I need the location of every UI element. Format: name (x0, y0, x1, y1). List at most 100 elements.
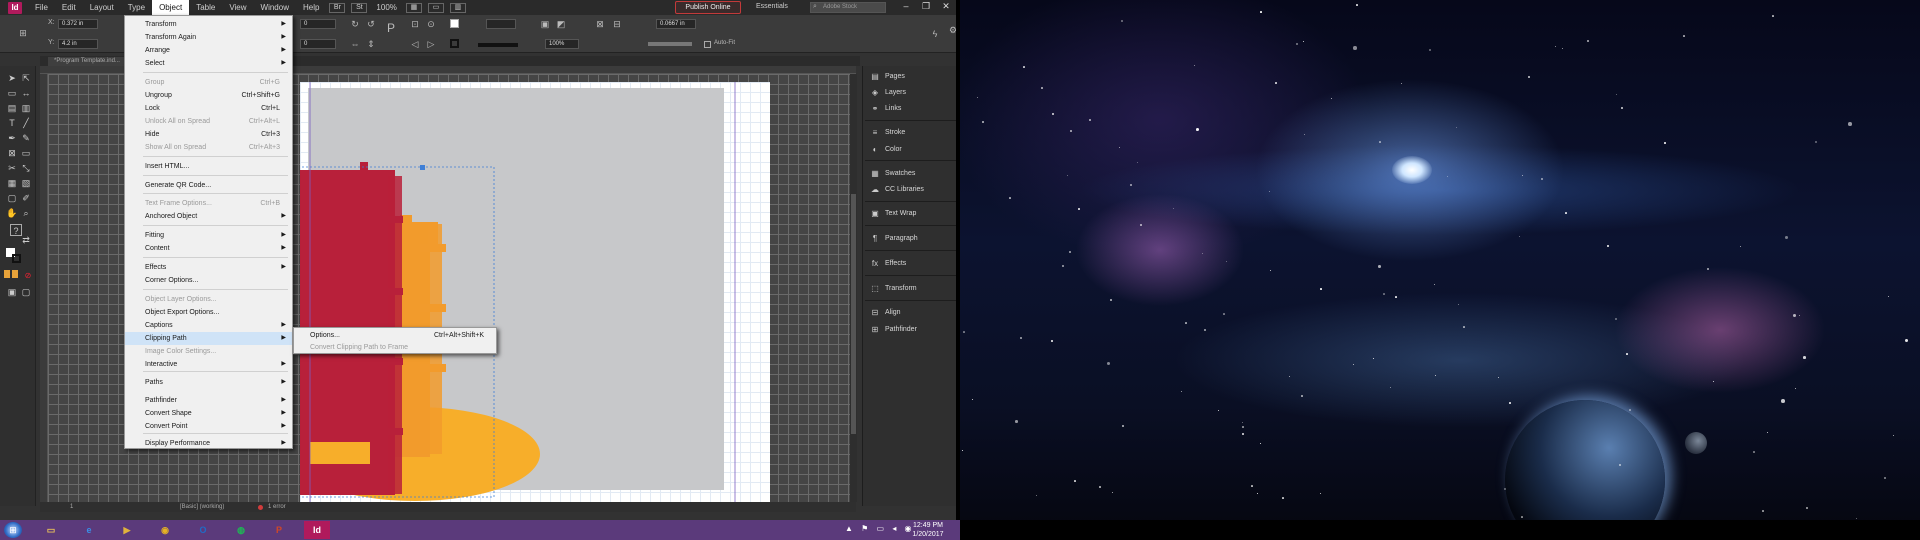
menu-item-ungroup[interactable]: Ungroup Ctrl+Shift+G (125, 89, 292, 102)
zoom-tool-icon[interactable]: ⌕ (20, 207, 32, 219)
arrange-documents-button[interactable]: ▥ (449, 2, 466, 13)
gap-tool-icon[interactable]: ↔ (20, 87, 32, 99)
select-next-icon[interactable]: ▷ (426, 39, 436, 49)
menu-item-lock[interactable]: Lock Ctrl+L (125, 102, 292, 115)
y-position-field[interactable]: 4.2 in (58, 39, 98, 49)
stock-button[interactable]: St (351, 2, 368, 13)
menu-item-object-export-options[interactable]: Object Export Options... (125, 306, 292, 319)
stroke-swatch[interactable] (450, 39, 459, 48)
workspace-switcher[interactable]: Essentials (756, 3, 788, 10)
gradient-swatch-tool-icon[interactable]: ▦ (6, 177, 18, 189)
select-previous-icon[interactable]: ◁ (410, 39, 420, 49)
panel-pathfinder[interactable]: ⊞ Pathfinder (863, 323, 960, 337)
indesign-icon[interactable]: Id (304, 521, 330, 539)
pen-tool-icon[interactable]: ✒ (6, 132, 18, 144)
fill-swatch[interactable] (450, 19, 459, 28)
start-button[interactable]: ⊞ (4, 522, 22, 538)
panel-transform[interactable]: ⬚ Transform (863, 282, 960, 296)
panel-paragraph[interactable]: ¶ Paragraph (863, 232, 960, 246)
vertical-scrollbar[interactable] (850, 74, 857, 502)
stroke-weight-field[interactable] (486, 19, 516, 29)
page-tool-icon[interactable]: ▭ (6, 87, 18, 99)
menu-item-insert-html[interactable]: Insert HTML... (125, 160, 292, 173)
panel-layers[interactable]: ◈ Layers (863, 86, 960, 100)
flip-vertical-icon[interactable]: ⇕ (366, 39, 376, 49)
opacity-field[interactable]: 100% (545, 39, 579, 49)
menu-item-anchored-object[interactable]: Anchored Object ▶ (125, 210, 292, 223)
panel-effects[interactable]: fx Effects (863, 257, 960, 271)
eyedropper-tool-icon[interactable]: ✐ (20, 192, 32, 204)
taskbar-clock[interactable]: 12:49 PM 1/20/2017 (900, 521, 956, 539)
preflight-errors[interactable]: 1 error (268, 502, 286, 512)
select-content-icon[interactable]: ⊙ (426, 19, 436, 29)
scrollbar-thumb[interactable] (851, 194, 856, 434)
auto-fit-checkbox[interactable] (704, 41, 711, 48)
menu-type[interactable]: Type (121, 0, 152, 15)
publish-online-button[interactable]: Publish Online (675, 1, 741, 14)
internet-explorer-icon[interactable]: e (76, 521, 102, 539)
menu-item-convert-point[interactable]: Convert Point ▶ (125, 420, 292, 433)
menu-edit[interactable]: Edit (55, 0, 83, 15)
width-field[interactable]: 0 (300, 19, 336, 29)
swap-fill-stroke-icon[interactable]: ⇄ (20, 234, 32, 246)
file-explorer-icon[interactable]: ▭ (38, 521, 64, 539)
scissors-tool-icon[interactable]: ✂ (6, 162, 18, 174)
spotify-icon[interactable]: ◍ (228, 521, 254, 539)
menu-window[interactable]: Window (254, 0, 296, 15)
menu-item-arrange[interactable]: Arrange ▶ (125, 44, 292, 57)
corner-size-field[interactable]: 0.0667 in (656, 19, 696, 29)
panel-cc-libraries[interactable]: ☁ CC Libraries (863, 183, 960, 197)
menu-object[interactable]: Object (152, 0, 190, 15)
panel-stroke[interactable]: ≡ Stroke (863, 126, 960, 140)
menu-item-generate-qr-code[interactable]: Generate QR Code... (125, 179, 292, 192)
corner-shape-preview[interactable] (648, 42, 692, 46)
selection-tool-icon[interactable]: ➤ (6, 72, 18, 84)
panel-align[interactable]: ⊟ Align (863, 306, 960, 320)
menu-item-interactive[interactable]: Interactive ▶ (125, 358, 292, 371)
panel-pages[interactable]: ▤ Pages (863, 70, 960, 84)
fit-frame-icon[interactable]: ⊟ (612, 19, 622, 29)
pencil-tool-icon[interactable]: ✎ (20, 132, 32, 144)
powerpoint-icon[interactable]: P (266, 521, 292, 539)
x-position-field[interactable]: 0.372 in (58, 19, 98, 29)
panel-text-wrap[interactable]: ▣ Text Wrap (863, 207, 960, 221)
preflight-profile[interactable]: [Basic] (working) (180, 502, 224, 512)
close-button[interactable]: ✕ (936, 0, 956, 13)
lightning-icon[interactable]: ϟ (930, 29, 940, 39)
stroke-type-preview[interactable] (478, 43, 518, 47)
document-page[interactable] (300, 82, 770, 502)
menu-view[interactable]: View (222, 0, 253, 15)
minimize-button[interactable]: – (896, 0, 916, 13)
rectangle-tool-icon[interactable]: ▭ (20, 147, 32, 159)
media-player-icon[interactable]: ▶ (114, 521, 140, 539)
hand-tool-icon[interactable]: ✋ (6, 207, 18, 219)
free-transform-tool-icon[interactable]: ⤡ (20, 162, 32, 174)
menu-item-fitting[interactable]: Fitting ▶ (125, 229, 292, 242)
menu-item-transform-again[interactable]: Transform Again ▶ (125, 31, 292, 44)
rotate-icon[interactable]: ↻ (350, 19, 360, 29)
stroke-color-swatch[interactable] (12, 254, 21, 263)
panel-links[interactable]: ⚭ Links (863, 102, 960, 116)
outlook-icon[interactable]: O (190, 521, 216, 539)
normal-view-icon[interactable]: ▣ (6, 286, 18, 298)
menu-item-pathfinder[interactable]: Pathfinder ▶ (125, 394, 292, 407)
menu-item-display-performance[interactable]: Display Performance ▶ (125, 437, 292, 450)
menu-item-transform[interactable]: Transform ▶ (125, 18, 292, 31)
direct-selection-tool-icon[interactable]: ⇱ (20, 72, 32, 84)
zoom-level[interactable]: 100% (376, 3, 396, 12)
formatting-container-icon[interactable] (4, 270, 10, 278)
flip-horizontal-icon[interactable]: ⇔ (350, 39, 360, 49)
bridge-button[interactable]: Br (329, 2, 346, 13)
menu-item-corner-options[interactable]: Corner Options... (125, 274, 292, 287)
height-field[interactable]: 0 (300, 39, 336, 49)
note-tool-icon[interactable]: ▢ (6, 192, 18, 204)
fit-content-icon[interactable]: ⊠ (595, 19, 605, 29)
view-options-button[interactable]: ▦ (405, 2, 422, 13)
line-tool-icon[interactable]: ╱ (20, 117, 32, 129)
drop-shadow-icon[interactable]: ◩ (556, 19, 566, 29)
selection-center-handle[interactable] (420, 165, 425, 170)
gradient-feather-tool-icon[interactable]: ▧ (20, 177, 32, 189)
menu-item-effects[interactable]: Effects ▶ (125, 261, 292, 274)
type-tool-icon[interactable]: T (6, 117, 18, 129)
menu-layout[interactable]: Layout (83, 0, 121, 15)
